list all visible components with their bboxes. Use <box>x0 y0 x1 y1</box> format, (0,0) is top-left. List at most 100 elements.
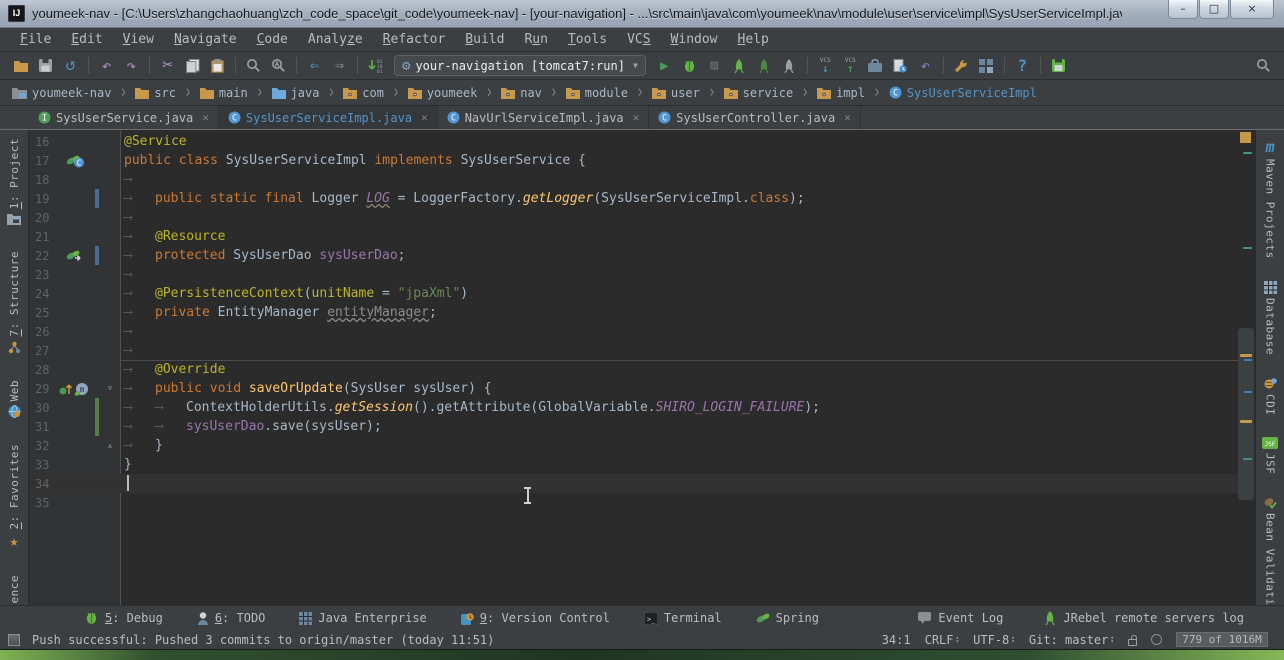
menu-item-vcs[interactable]: VCS <box>617 29 660 50</box>
tool-window-button-9-version-control[interactable]: 9: Version Control <box>461 611 610 625</box>
line-number[interactable]: 23 <box>29 268 55 282</box>
stripe-mark[interactable] <box>1243 458 1252 460</box>
tool-window-button-5-debug[interactable]: 5: Debug <box>84 611 163 625</box>
line-number[interactable]: 29 <box>29 382 55 396</box>
line-number[interactable]: 31 <box>29 420 55 434</box>
code-line-35[interactable]: 35 <box>29 493 1238 512</box>
line-number[interactable]: 24 <box>29 287 55 301</box>
jrebel-run-button[interactable] <box>727 54 752 78</box>
code-editor[interactable]: 16@Service17Cpublic class SysUserService… <box>29 130 1254 605</box>
search-button[interactable] <box>1251 54 1276 78</box>
code-line-27[interactable]: 27⟶ <box>29 341 1238 360</box>
encoding-widget[interactable]: UTF-8▴▾ <box>973 633 1015 647</box>
minimize-button[interactable]: – <box>1168 0 1198 19</box>
readonly-lock-icon[interactable] <box>1128 639 1137 646</box>
debug-button[interactable] <box>677 54 702 78</box>
menu-item-analyze[interactable]: Analyze <box>298 29 373 50</box>
project-structure-button[interactable] <box>974 54 999 78</box>
line-number[interactable]: 32 <box>29 439 55 453</box>
maximize-button[interactable]: □ <box>1199 0 1229 19</box>
breadcrumb-sysuserserviceimpl[interactable]: CSysUserServiceImpl <box>889 86 1037 100</box>
jrebel-plugin-button[interactable] <box>1046 54 1071 78</box>
tab-sysuserserviceimpl-java[interactable]: CSysUserServiceImpl.java× <box>219 106 438 129</box>
line-number[interactable]: 28 <box>29 363 55 377</box>
tool-window-button-terminal[interactable]: >_Terminal <box>644 611 722 625</box>
code-line-33[interactable]: 33} <box>29 455 1238 474</box>
menu-item-navigate[interactable]: Navigate <box>164 29 247 50</box>
tool-window-button-jrebel-remote-servers-log[interactable]: JRebel remote servers log <box>1043 611 1244 625</box>
menu-item-run[interactable]: Run <box>514 29 557 50</box>
menu-item-file[interactable]: File <box>10 29 61 50</box>
replace-button[interactable]: A <box>266 54 291 78</box>
line-number[interactable]: 27 <box>29 344 55 358</box>
menu-item-refactor[interactable]: Refactor <box>373 29 456 50</box>
local-history-button[interactable] <box>888 54 913 78</box>
line-number[interactable]: 21 <box>29 230 55 244</box>
code-line-16[interactable]: 16@Service <box>29 132 1238 151</box>
code-line-17[interactable]: 17Cpublic class SysUserServiceImpl imple… <box>29 151 1238 170</box>
tab-navurlserviceimpl-java[interactable]: CNavUrlServiceImpl.java× <box>438 106 650 129</box>
menu-item-view[interactable]: View <box>113 29 164 50</box>
breadcrumb-youmeek-nav[interactable]: youmeek-nav <box>12 86 111 100</box>
stripe-mark[interactable] <box>1244 359 1252 361</box>
fold-marker[interactable]: ▿ <box>101 383 119 394</box>
line-number[interactable]: 22 <box>29 249 55 263</box>
line-number[interactable]: 19 <box>29 192 55 206</box>
menu-item-help[interactable]: Help <box>728 29 779 50</box>
line-number[interactable]: 30 <box>29 401 55 415</box>
tab-sysuserservice-java[interactable]: ISysUserService.java× <box>29 106 219 129</box>
breadcrumb-impl[interactable]: impl <box>817 86 865 100</box>
code-line-34[interactable]: 34 <box>29 474 1238 493</box>
tool-window-button-event-log[interactable]: Event Log <box>918 611 1003 625</box>
git-branch-widget[interactable]: Git: master▴▾ <box>1029 633 1114 647</box>
breadcrumb-com[interactable]: com <box>343 86 384 100</box>
close-tab-icon[interactable]: × <box>202 111 209 124</box>
override-method-icon[interactable]: m <box>59 382 91 396</box>
line-number[interactable]: 16 <box>29 135 55 149</box>
tool-window-button-2-favorites[interactable]: 2: Favorites★ <box>8 444 21 548</box>
menu-item-edit[interactable]: Edit <box>61 29 112 50</box>
save-all-button[interactable] <box>33 54 58 78</box>
tool-window-toggle-icon[interactable] <box>8 634 20 646</box>
code-line-31[interactable]: 31⟶⟶sysUserDao.save(sysUser); <box>29 417 1238 436</box>
open-folder-button[interactable] <box>8 54 33 78</box>
code-line-22[interactable]: 22⟶protected SysUserDao sysUserDao; <box>29 246 1238 265</box>
line-separator-widget[interactable]: CRLF▴▾ <box>925 633 960 647</box>
tool-window-button-web[interactable]: Web <box>8 380 21 418</box>
help-button[interactable]: ? <box>1010 54 1035 78</box>
tool-window-button-1-project[interactable]: 1: Project <box>7 138 21 225</box>
close-tab-icon[interactable]: × <box>844 111 851 124</box>
undo-button[interactable]: ↶ <box>94 54 119 78</box>
navigate-forward-button[interactable]: ⇒ <box>327 54 352 78</box>
copy-button[interactable] <box>180 54 205 78</box>
paste-button[interactable] <box>205 54 230 78</box>
line-number[interactable]: 35 <box>29 496 55 510</box>
code-line-32[interactable]: 32▵⟶} <box>29 436 1238 455</box>
close-button[interactable]: × <box>1230 0 1274 19</box>
jrebel-profile-button[interactable] <box>777 54 802 78</box>
breadcrumb-service[interactable]: service <box>724 86 794 100</box>
tool-window-button-spring[interactable]: Spring <box>756 611 819 625</box>
stripe-mark[interactable] <box>1243 152 1252 154</box>
tool-window-button-maven-projects[interactable]: mMaven Projects <box>1264 140 1277 259</box>
settings-button[interactable] <box>949 54 974 78</box>
breadcrumb-module[interactable]: module <box>566 86 628 100</box>
breadcrumb-java[interactable]: java <box>272 86 320 100</box>
line-number[interactable]: 33 <box>29 458 55 472</box>
breadcrumb-nav[interactable]: nav <box>501 86 542 100</box>
code-line-30[interactable]: 30⟶⟶ContextHolderUtils.getSession().getA… <box>29 398 1238 417</box>
run-button[interactable]: ▶ <box>652 54 677 78</box>
breadcrumb-user[interactable]: user <box>652 86 700 100</box>
redo-button[interactable]: ↷ <box>119 54 144 78</box>
line-number[interactable]: 17 <box>29 154 55 168</box>
navigate-back-button[interactable]: ⇐ <box>302 54 327 78</box>
code-line-18[interactable]: 18⟶ <box>29 170 1238 189</box>
vcs-commit-button[interactable]: VCS↑ <box>838 54 863 78</box>
spring-autowired-icon[interactable] <box>66 249 85 263</box>
menu-item-window[interactable]: Window <box>661 29 728 50</box>
code-line-28[interactable]: 28⟶@Override <box>29 360 1238 379</box>
menu-item-tools[interactable]: Tools <box>558 29 617 50</box>
stripe-mark[interactable] <box>1244 391 1252 393</box>
line-number[interactable]: 18 <box>29 173 55 187</box>
tool-window-button-cdi[interactable]: CDI <box>1264 377 1277 415</box>
